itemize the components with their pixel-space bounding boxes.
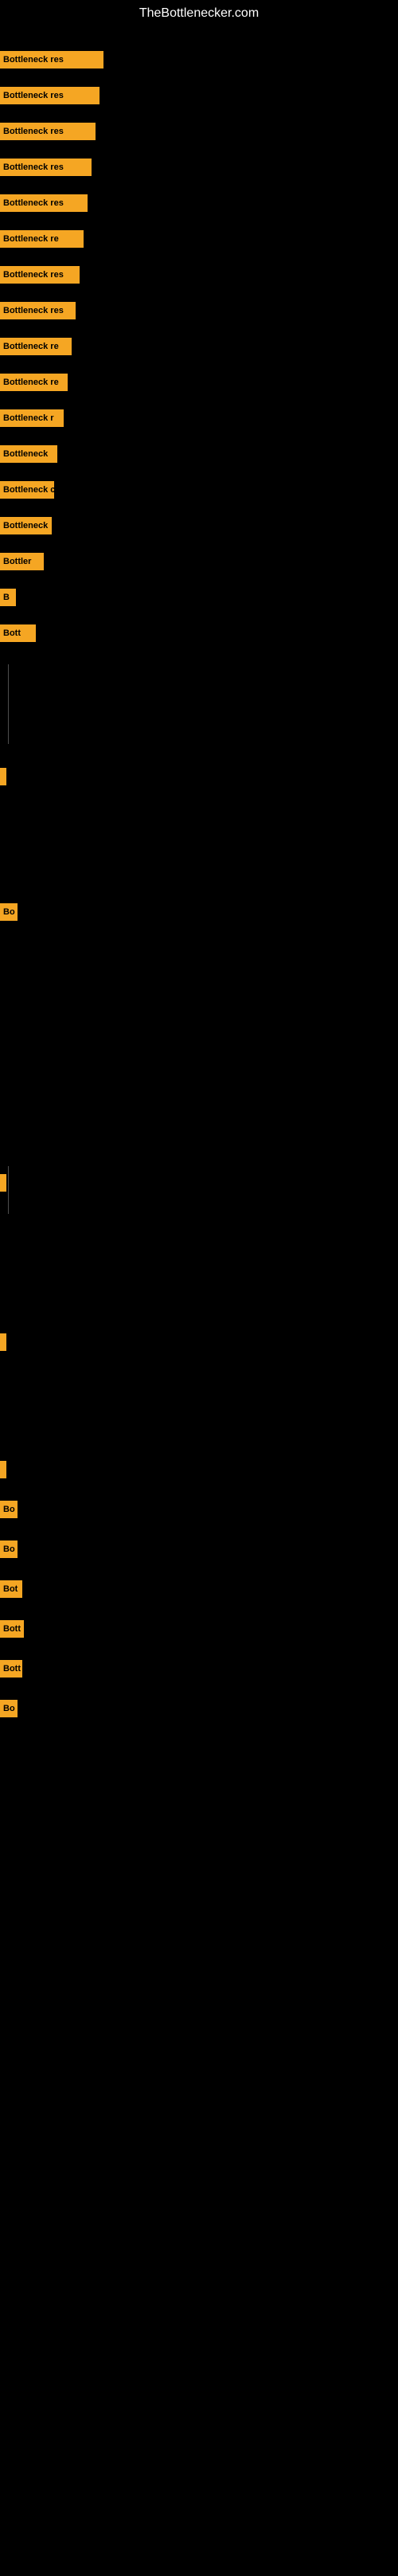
bottleneck-bar: Bottleneck res xyxy=(0,51,103,69)
bottleneck-bar: Bottleneck res xyxy=(0,87,100,104)
bottleneck-bar: Bottleneck c xyxy=(0,481,54,499)
bottleneck-bar: Bottleneck re xyxy=(0,230,84,248)
bottleneck-bar: Bo xyxy=(0,1700,18,1717)
vertical-line xyxy=(8,664,9,744)
bottleneck-bar: Bottleneck res xyxy=(0,302,76,319)
bottleneck-bar: Bo xyxy=(0,903,18,921)
bottleneck-bar xyxy=(0,1333,6,1351)
bottleneck-bar: B xyxy=(0,589,16,606)
bottleneck-bar xyxy=(0,1461,6,1478)
bottleneck-bar: Bottleneck xyxy=(0,517,52,534)
vertical-line xyxy=(8,1166,9,1214)
site-title: TheBottlenecker.com xyxy=(0,0,398,27)
bottleneck-bar: Bottleneck res xyxy=(0,159,92,176)
bottleneck-bar: Bott xyxy=(0,1620,24,1638)
bottleneck-bar xyxy=(0,768,6,785)
bottleneck-bar: Bottleneck res xyxy=(0,123,96,140)
bottleneck-bar: Bottleneck res xyxy=(0,266,80,284)
bottleneck-bar: Bottleneck res xyxy=(0,194,88,212)
bottleneck-bar: Bo xyxy=(0,1501,18,1518)
bottleneck-bar xyxy=(0,1174,6,1192)
bottleneck-bar: Bot xyxy=(0,1580,22,1598)
bottleneck-bar: Bottleneck xyxy=(0,445,57,463)
bottleneck-bar: Bottleneck re xyxy=(0,374,68,391)
bottleneck-bar: Bottleneck re xyxy=(0,338,72,355)
bottleneck-bar: Bott xyxy=(0,624,36,642)
bottleneck-bar: Bott xyxy=(0,1660,22,1678)
bottleneck-bar: Bo xyxy=(0,1541,18,1558)
bottleneck-bar: Bottler xyxy=(0,553,44,570)
bottleneck-bar: Bottleneck r xyxy=(0,409,64,427)
